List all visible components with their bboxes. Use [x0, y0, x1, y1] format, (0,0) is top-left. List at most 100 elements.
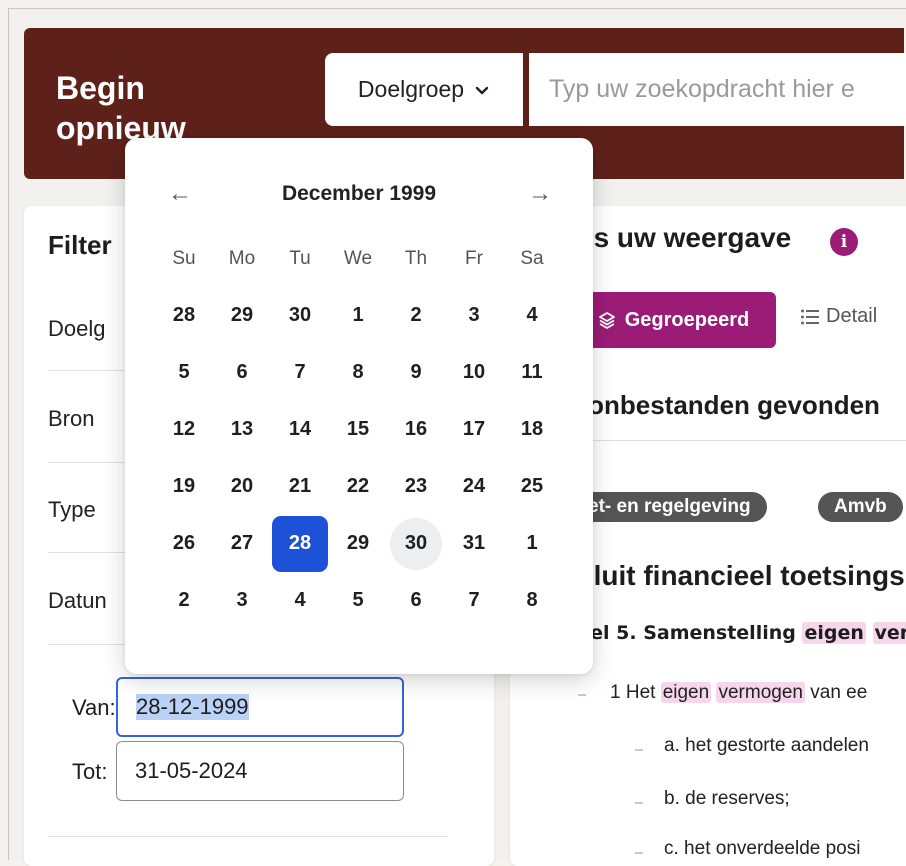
bullet [635, 802, 643, 804]
calendar-day[interactable]: 30 [271, 287, 329, 344]
detail-view-label: Detail [826, 305, 878, 327]
calendar-day[interactable]: 7 [271, 344, 329, 401]
calendar-day[interactable]: 29 [213, 287, 271, 344]
search-input[interactable] [529, 53, 906, 126]
calendar-day-number: 4 [526, 304, 538, 326]
calendar-day[interactable]: 25 [503, 458, 561, 515]
weekday-label: Tu [289, 247, 311, 269]
detail-view-button[interactable]: Detail [800, 305, 877, 328]
calendar-day[interactable]: 19 [155, 458, 213, 515]
calendar-day-number: 12 [172, 418, 196, 440]
to-date-input[interactable]: 31-05-2024 [116, 741, 404, 801]
chevron-down-icon [475, 86, 489, 94]
calendar-day[interactable]: 3 [445, 287, 503, 344]
calendar-day[interactable]: 8 [329, 344, 387, 401]
calendar-day[interactable]: 22 [329, 458, 387, 515]
calendar-day[interactable]: 5 [155, 344, 213, 401]
calendar-day[interactable]: 28 [155, 287, 213, 344]
calendar-day-number: 22 [346, 475, 370, 497]
grouped-view-button[interactable]: Gegroepeerd [570, 292, 776, 348]
highlight: vermogen [716, 682, 805, 703]
filter-audience[interactable]: Doelg [48, 316, 105, 342]
calendar-day-number: 27 [230, 532, 254, 554]
paragraph-suffix: van ee [804, 682, 868, 703]
calendar-day[interactable]: 26 [155, 515, 213, 572]
calendar-day-number: 4 [294, 589, 306, 611]
calendar-day-number: 13 [230, 418, 254, 440]
calendar-day[interactable]: 8 [503, 572, 561, 629]
calendar-day[interactable]: 3 [213, 572, 271, 629]
weekday-label: Su [172, 247, 196, 269]
weekday-label: Fr [465, 247, 483, 269]
calendar-day[interactable]: 29 [329, 515, 387, 572]
calendar-day-number: 29 [346, 532, 370, 554]
calendar-day-number: 30 [288, 304, 312, 326]
weekday-label: We [343, 247, 373, 269]
calendar-day-number: 3 [236, 589, 248, 611]
calendar-day-number: 7 [294, 361, 306, 383]
calendar-day-number: 19 [172, 475, 196, 497]
calendar-day[interactable]: 23 [387, 458, 445, 515]
calendar-day[interactable]: 13 [213, 401, 271, 458]
results-count: ronbestanden gevonden [578, 390, 880, 420]
audience-dropdown[interactable]: Doelgroep [325, 53, 523, 126]
tag-amvb[interactable]: Amvb [818, 492, 903, 522]
calendar-day[interactable]: 15 [329, 401, 387, 458]
calendar-day[interactable]: 2 [155, 572, 213, 629]
arrow-right-icon[interactable]: → [525, 180, 555, 208]
calendar-day[interactable]: 1 [329, 287, 387, 344]
calendar-day[interactable]: 1 [503, 515, 561, 572]
calendar-day-number: 5 [178, 361, 190, 383]
calendar-day[interactable]: 4 [503, 287, 561, 344]
calendar-day[interactable]: 20 [213, 458, 271, 515]
calendar-day-selected[interactable]: 28 [271, 515, 329, 572]
paragraph-1: 1 Het eigen vermogen van ee [610, 682, 867, 704]
layers-icon [598, 312, 615, 329]
calendar-day[interactable]: 7 [445, 572, 503, 629]
document-title[interactable]: sluit financieel toetsings [578, 560, 905, 592]
filter-source[interactable]: Bron [48, 406, 94, 432]
calendar-day[interactable]: 2 [387, 287, 445, 344]
calendar-day-number: 24 [462, 475, 486, 497]
calendar-day[interactable]: 9 [387, 344, 445, 401]
tag-regulation[interactable]: et- en regelgeving [572, 492, 767, 522]
view-title: es uw weergave [578, 222, 792, 253]
calendar-day[interactable]: 18 [503, 401, 561, 458]
calendar-day[interactable]: 6 [213, 344, 271, 401]
calendar-month-label: December 1999 [281, 182, 437, 205]
calendar-day[interactable]: 21 [271, 458, 329, 515]
paragraph-prefix: 1 Het [610, 682, 661, 703]
to-date-value: 31-05-2024 [135, 758, 248, 783]
bullet [578, 694, 586, 696]
filter-type[interactable]: Type [48, 497, 96, 523]
calendar-day[interactable]: 4 [271, 572, 329, 629]
reset-link[interactable]: Begin opnieuw [56, 68, 196, 148]
calendar-day[interactable]: 11 [503, 344, 561, 401]
calendar-day-number: 16 [404, 418, 428, 440]
from-date-input[interactable]: 28-12-1999 [116, 677, 404, 737]
list-icon [801, 309, 819, 324]
calendar-day-today[interactable]: 30 [387, 515, 445, 572]
grouped-view-label: Gegroepeerd [624, 308, 750, 331]
calendar-day[interactable]: 17 [445, 401, 503, 458]
calendar-day[interactable]: 24 [445, 458, 503, 515]
calendar-day[interactable]: 16 [387, 401, 445, 458]
calendar-day-number: 9 [410, 361, 422, 383]
calendar-day-number: 1 [352, 304, 364, 326]
calendar-day[interactable]: 10 [445, 344, 503, 401]
calendar-day[interactable]: 12 [155, 401, 213, 458]
from-label: Van: [72, 695, 116, 720]
calendar-day[interactable]: 6 [387, 572, 445, 629]
calendar-day-number: 14 [288, 418, 312, 440]
audience-dropdown-label: Doelgroep [357, 76, 465, 102]
calendar-day-number: 18 [520, 418, 544, 440]
calendar-day[interactable]: 27 [213, 515, 271, 572]
calendar-day-number: 28 [172, 304, 196, 326]
calendar-day-number: 23 [404, 475, 428, 497]
calendar-day[interactable]: 14 [271, 401, 329, 458]
calendar-day[interactable]: 31 [445, 515, 503, 572]
calendar-day-number: 26 [172, 532, 196, 554]
filter-date[interactable]: Datun [48, 588, 107, 614]
calendar-day[interactable]: 5 [329, 572, 387, 629]
info-icon[interactable]: i [830, 228, 858, 256]
